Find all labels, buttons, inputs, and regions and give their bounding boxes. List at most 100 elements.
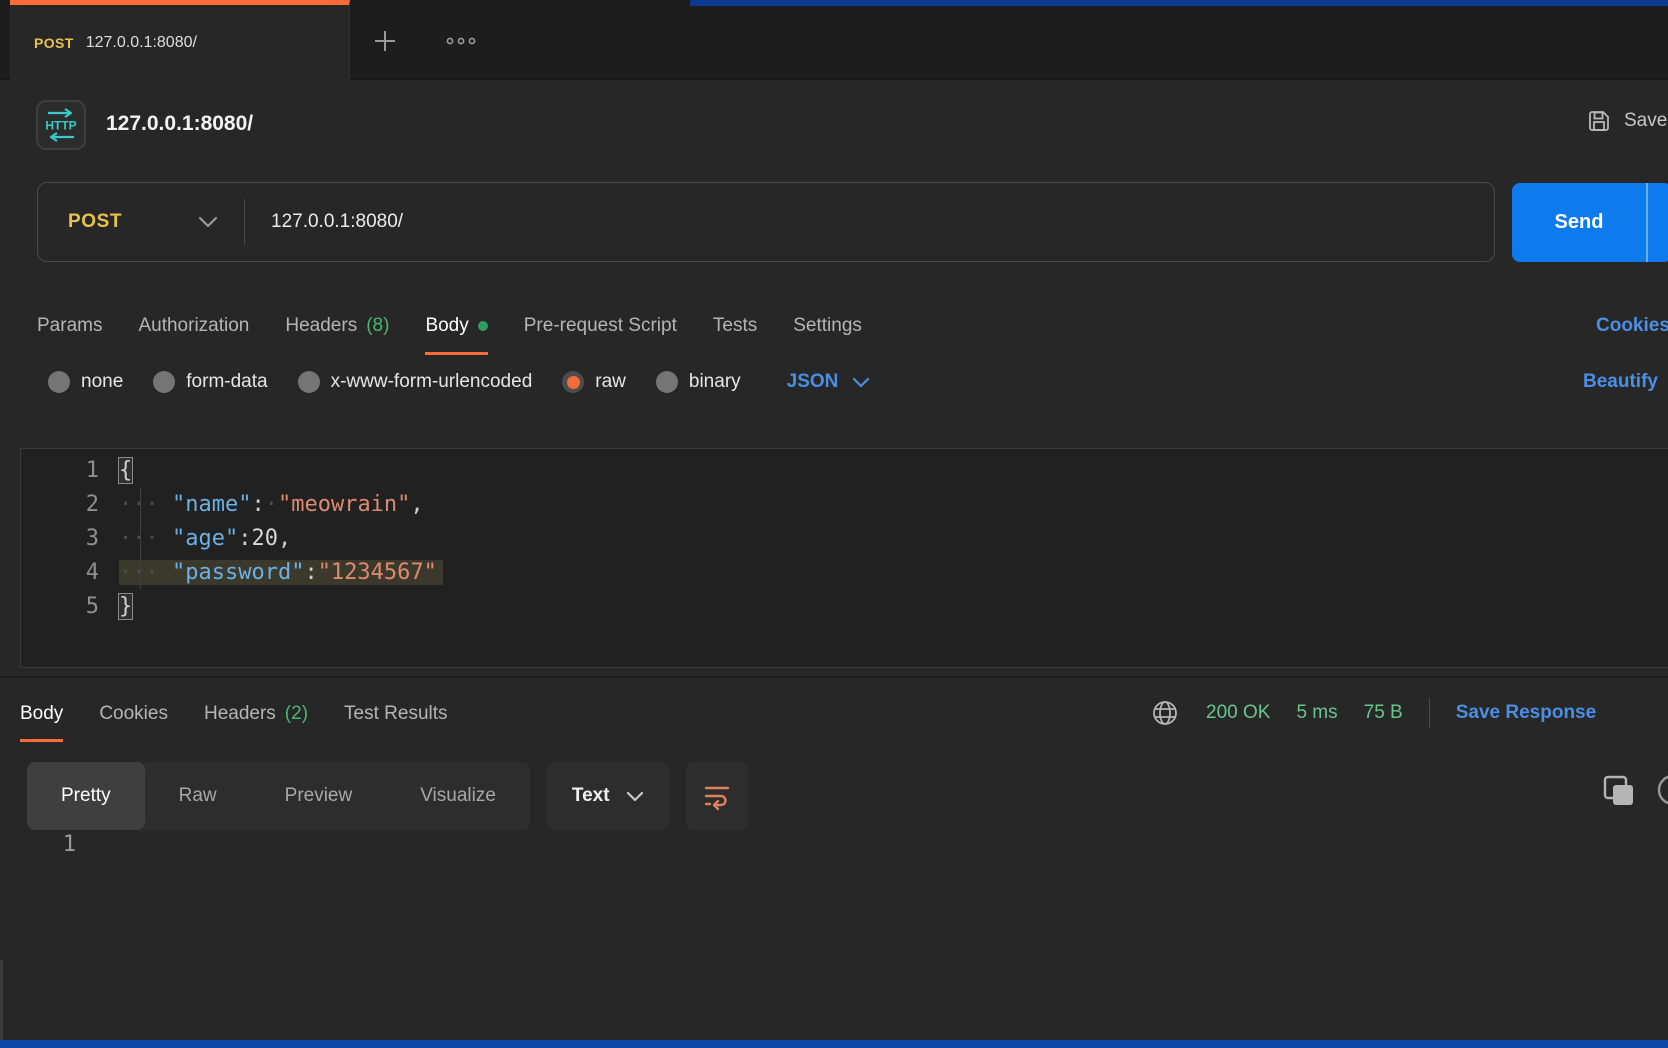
tab-label: Body: [425, 315, 468, 337]
editor-line: 3 ··· "age":20,: [21, 521, 1668, 555]
token-indent: ···: [119, 560, 172, 585]
tab-label: Body: [20, 703, 63, 725]
cookies-link[interactable]: Cookies: [1596, 300, 1668, 352]
meta-divider: [1429, 698, 1430, 728]
response-tab-body[interactable]: Body: [20, 688, 63, 742]
token-number: 20: [251, 526, 278, 551]
globe-icon[interactable]: [1150, 698, 1180, 728]
more-options-icon: [444, 34, 478, 48]
tab-headers[interactable]: Headers (8): [285, 300, 389, 355]
tab-pre-request-script[interactable]: Pre-request Script: [524, 300, 677, 355]
language-dropdown[interactable]: JSON: [787, 371, 871, 393]
tab-label: Headers: [285, 315, 357, 337]
wrap-text-button[interactable]: [686, 762, 748, 830]
request-tab[interactable]: POST 127.0.0.1:8080/: [10, 0, 350, 80]
plus-icon: [370, 26, 400, 56]
send-options-button[interactable]: [1648, 183, 1668, 262]
view-pretty[interactable]: Pretty: [27, 762, 145, 830]
status-badge[interactable]: 200 OK: [1206, 702, 1270, 724]
response-tab-headers[interactable]: Headers (2): [204, 688, 308, 742]
response-body-area[interactable]: [20, 826, 1668, 1040]
beautify-link[interactable]: Beautify: [1583, 371, 1658, 393]
tab-label: Tests: [713, 315, 757, 337]
tab-authorization[interactable]: Authorization: [138, 300, 249, 355]
method-dropdown[interactable]: POST: [38, 183, 244, 261]
mode-label: x-www-form-urlencoded: [331, 371, 533, 393]
save-button-label: Save: [1624, 110, 1667, 132]
search-icon: [1653, 770, 1668, 810]
tab-label: Params: [37, 315, 102, 337]
headers-count-badge: (8): [366, 315, 389, 337]
view-label: Pretty: [61, 785, 111, 807]
line-number: 2: [21, 492, 99, 517]
response-toolbar: Pretty Raw Preview Visualize Text: [27, 762, 748, 830]
tab-body[interactable]: Body: [425, 300, 487, 355]
tab-options-button[interactable]: [440, 20, 482, 62]
save-response-button[interactable]: Save Response: [1456, 702, 1596, 724]
tab-method-label: POST: [34, 35, 74, 51]
send-button[interactable]: Send: [1512, 183, 1668, 262]
token-string: "1234567": [318, 560, 437, 585]
mode-label: raw: [595, 371, 626, 393]
body-modified-dot: [478, 321, 488, 331]
mode-binary[interactable]: binary: [656, 371, 741, 393]
token-comma: ,: [278, 526, 291, 551]
tab-settings[interactable]: Settings: [793, 300, 862, 355]
token-indent: ···: [119, 492, 172, 517]
window-edge: [0, 960, 3, 1040]
chevron-down-icon: [626, 791, 644, 802]
response-tab-cookies[interactable]: Cookies: [99, 688, 168, 742]
token-colon: :: [238, 526, 251, 551]
mode-none[interactable]: none: [48, 371, 123, 393]
response-time[interactable]: 5 ms: [1296, 702, 1337, 724]
tab-label: Cookies: [99, 703, 168, 725]
token-colon: :: [304, 560, 317, 585]
view-visualize[interactable]: Visualize: [386, 762, 530, 830]
language-label: JSON: [787, 371, 839, 393]
response-tab-test-results[interactable]: Test Results: [344, 688, 447, 742]
send-button-label: Send: [1512, 183, 1646, 262]
app-window: { "colors": { "accent_orange": "#ff6c37"…: [0, 0, 1668, 1048]
url-input[interactable]: [245, 183, 1494, 261]
wrap-text-icon: [701, 780, 733, 812]
mode-label: none: [81, 371, 123, 393]
view-preview[interactable]: Preview: [251, 762, 387, 830]
http-badge-icon: HTTP: [36, 100, 86, 150]
request-tabs: Params Authorization Headers (8) Body Pr…: [0, 300, 1668, 355]
tab-params[interactable]: Params: [37, 300, 102, 355]
response-meta: 200 OK 5 ms 75 B Save Response: [1150, 688, 1596, 738]
mode-x-www-form-urlencoded[interactable]: x-www-form-urlencoded: [298, 371, 533, 393]
mode-form-data[interactable]: form-data: [153, 371, 267, 393]
headers-count-badge: (2): [285, 703, 308, 725]
line-number: 3: [21, 526, 99, 551]
radio-selected-icon: [562, 371, 584, 393]
copy-response-button[interactable]: [1600, 772, 1638, 815]
save-button[interactable]: Save: [1586, 108, 1667, 134]
view-switcher: Pretty Raw Preview Visualize: [27, 762, 530, 830]
tab-label: Settings: [793, 315, 862, 337]
copy-icon: [1600, 772, 1638, 810]
token-colon: :: [251, 492, 264, 517]
token-brace: {: [119, 458, 132, 483]
save-icon: [1586, 108, 1612, 134]
new-tab-button[interactable]: [364, 20, 406, 62]
request-body-editor[interactable]: 1 { 2 ··· "name":·"meowrain", 3 ··· "age…: [20, 448, 1668, 668]
line-number: 1: [21, 458, 99, 483]
token-comma: ,: [410, 492, 423, 517]
editor-line: 2 ··· "name":·"meowrain",: [21, 487, 1668, 521]
token-string: "meowrain": [278, 492, 410, 517]
radio-icon: [656, 371, 678, 393]
format-dropdown[interactable]: Text: [546, 762, 670, 830]
radio-icon: [48, 371, 70, 393]
response-size[interactable]: 75 B: [1364, 702, 1403, 724]
view-raw[interactable]: Raw: [145, 762, 251, 830]
chevron-down-icon: [852, 377, 870, 388]
mode-raw[interactable]: raw: [562, 371, 626, 393]
method-label: POST: [68, 211, 122, 233]
tab-tests[interactable]: Tests: [713, 300, 757, 355]
line-number: 5: [21, 594, 99, 619]
search-response-button[interactable]: [1653, 770, 1668, 815]
tab-label: Headers: [204, 703, 276, 725]
tab-label: Pre-request Script: [524, 315, 677, 337]
tab-label: Test Results: [344, 703, 447, 725]
